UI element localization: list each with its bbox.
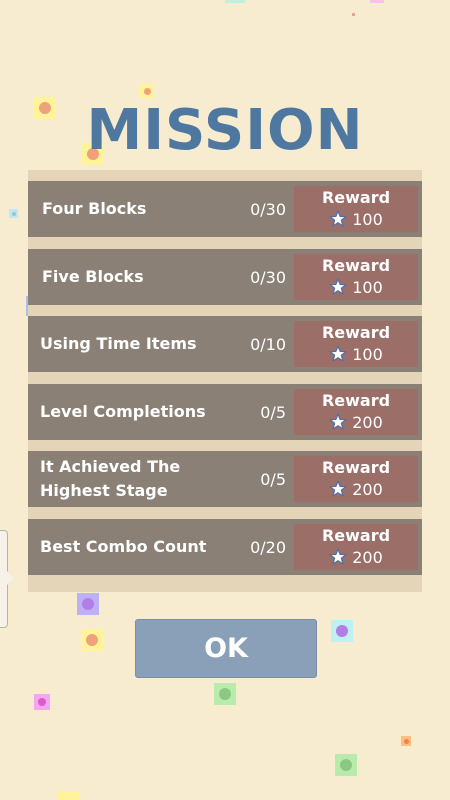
mission-progress: 0/30 (250, 267, 286, 287)
mission-name: Four Blocks (42, 199, 147, 218)
mission-progress: 0/5 (260, 402, 286, 422)
reward-button[interactable]: Reward 100 (294, 254, 418, 300)
background-block-tile (9, 209, 18, 218)
mission-progress: 0/5 (260, 469, 286, 489)
mission-row: Using Time Items 0/10 Reward 100 (28, 316, 422, 372)
background-block-tile (81, 629, 103, 651)
star-icon (329, 480, 347, 497)
background-block-tile (225, 0, 245, 3)
reward-label: Reward (321, 458, 391, 477)
reward-label: Reward (321, 256, 391, 275)
reward-amount-group: 200 (294, 412, 418, 432)
side-drawer-tab[interactable] (0, 530, 14, 628)
reward-amount-group: 200 (294, 547, 418, 567)
star-icon (329, 345, 347, 362)
reward-label: Reward (321, 526, 391, 545)
reward-button[interactable]: Reward 200 (294, 524, 418, 570)
background-block-tile (77, 593, 99, 615)
reward-button[interactable]: Reward 100 (294, 186, 418, 232)
reward-amount: 200 (352, 547, 383, 567)
star-icon (329, 278, 347, 295)
mission-name: Five Blocks (42, 267, 144, 286)
mission-row: Level Completions 0/5 Reward 200 (28, 384, 422, 440)
background-block-tile (214, 683, 236, 705)
reward-amount: 100 (352, 209, 383, 229)
reward-button[interactable]: Reward 200 (294, 456, 418, 502)
reward-amount-group: 100 (294, 277, 418, 297)
mission-name: Level Completions (40, 402, 206, 421)
reward-amount: 100 (352, 344, 383, 364)
reward-amount: 200 (352, 412, 383, 432)
mission-list-panel: Four Blocks 0/30 Reward 100 Five Blocks … (28, 170, 422, 592)
mission-progress: 0/30 (250, 199, 286, 219)
mission-row: Four Blocks 0/30 Reward 100 (28, 181, 422, 237)
mission-name: It Achieved The Highest Stage (40, 457, 181, 500)
reward-amount: 200 (352, 479, 383, 499)
background-block-tile (335, 754, 357, 776)
star-icon (329, 548, 347, 565)
mission-row: Five Blocks 0/30 Reward 100 (28, 249, 422, 305)
mission-row: It Achieved The Highest Stage 0/5 Reward… (28, 451, 422, 507)
background-block-tile (58, 792, 80, 800)
reward-amount-group: 100 (294, 344, 418, 364)
star-icon (329, 210, 347, 227)
reward-button[interactable]: Reward 100 (294, 321, 418, 367)
ok-button[interactable]: OK (135, 619, 317, 678)
reward-label: Reward (321, 323, 391, 342)
mission-progress: 0/20 (250, 537, 286, 557)
mission-row: Best Combo Count 0/20 Reward 200 (28, 519, 422, 575)
mission-name: Using Time Items (40, 334, 197, 353)
reward-button[interactable]: Reward 200 (294, 389, 418, 435)
star-icon (329, 413, 347, 430)
reward-label: Reward (321, 188, 391, 207)
background-block-tile (34, 694, 50, 710)
reward-amount-group: 200 (294, 479, 418, 499)
background-block-tile (352, 13, 355, 16)
reward-amount-group: 100 (294, 209, 418, 229)
background-block-tile (401, 736, 411, 746)
mission-progress: 0/10 (250, 334, 286, 354)
background-block-tile (140, 84, 154, 98)
reward-label: Reward (321, 391, 391, 410)
background-block-tile (331, 620, 353, 642)
reward-amount: 100 (352, 277, 383, 297)
page-title: MISSION (86, 98, 364, 163)
background-block-tile (370, 0, 384, 3)
mission-name: Best Combo Count (40, 537, 207, 556)
